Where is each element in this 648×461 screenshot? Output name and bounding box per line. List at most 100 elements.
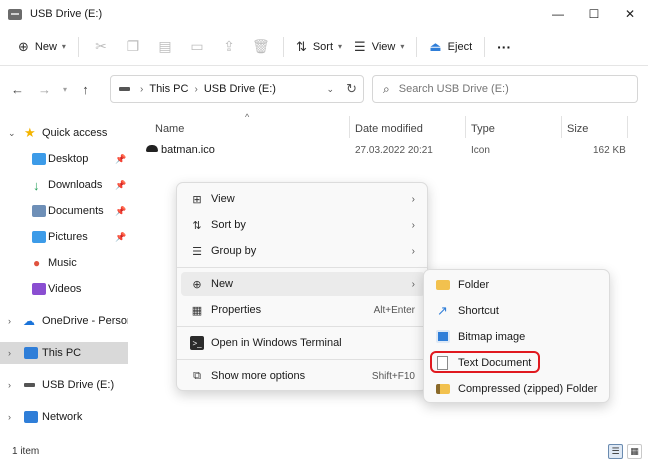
context-item-show-more[interactable]: ⧉ Show more options Shift+F10 (181, 364, 425, 388)
up-button[interactable]: ↑ (72, 75, 99, 103)
new-item-zip-folder[interactable]: Compressed (zipped) Folder (428, 377, 606, 401)
group-icon: ☰ (192, 245, 202, 258)
window-controls: — ☐ ✕ (540, 0, 648, 28)
chevron-down-icon: ▾ (400, 42, 405, 51)
cloud-icon: ☁ (23, 314, 35, 328)
sidebar-item-network[interactable]: › Network (0, 406, 128, 428)
sort-button[interactable]: ⇅ Sort ▾ (290, 33, 348, 61)
new-item-folder[interactable]: Folder (428, 273, 606, 297)
view-button[interactable]: ☰ View ▾ (348, 33, 410, 61)
new-button[interactable]: ⊕ New ▾ (12, 33, 72, 61)
chevron-right-icon: › (8, 348, 11, 358)
column-header-label: Name (155, 123, 185, 135)
tiles-view-button[interactable]: ▦ (627, 444, 642, 459)
divider (77, 36, 79, 57)
refresh-icon[interactable]: ↻ (346, 81, 357, 97)
delete-icon[interactable]: 🗑 (245, 33, 277, 61)
paste-icon[interactable]: ▤ (149, 33, 181, 61)
add-icon: ⊕ (18, 38, 29, 54)
chevron-down-icon: ⌄ (8, 127, 16, 138)
copy-icon[interactable]: ❐ (117, 33, 149, 61)
file-name: batman.ico (161, 144, 215, 156)
context-item-view[interactable]: ⊞ View › (181, 187, 425, 211)
new-item-shortcut[interactable]: ↗ Shortcut (428, 299, 606, 323)
command-bar: ⊕ New ▾ ✂ ❐ ▤ ▭ ⇪ 🗑 ⇅ Sort ▾ ☰ View ▾ ⏏ … (0, 28, 648, 66)
context-item-group-by[interactable]: ☰ Group by › (181, 239, 425, 263)
sidebar-item-label: Quick access (42, 127, 108, 139)
sidebar-item-this-pc[interactable]: › This PC (0, 342, 128, 364)
details-view-icon: ☰ (611, 446, 620, 456)
details-view-button[interactable]: ☰ (608, 444, 623, 459)
column-header-size[interactable]: Size (567, 118, 588, 140)
column-divider[interactable] (465, 116, 466, 138)
sidebar-item-usb-drive[interactable]: › USB Drive (E:) (0, 374, 128, 396)
breadcrumb-this-pc[interactable]: This PC (149, 83, 188, 95)
divider (484, 36, 486, 57)
file-size: 162 KB (593, 144, 626, 156)
eject-button[interactable]: ⏏ Eject (423, 33, 478, 61)
sidebar-item-videos[interactable]: Videos (0, 278, 128, 300)
pin-icon: 📌 (115, 205, 127, 216)
pin-icon: 📌 (115, 231, 127, 242)
chevron-right-icon: › (8, 412, 11, 422)
address-bar[interactable]: › This PC › USB Drive (E:) ⌄ ↻ (110, 75, 364, 103)
table-row[interactable]: batman.ico 27.03.2022 20:21 Icon 162 KB (144, 140, 634, 160)
context-item-terminal[interactable]: >_ Open in Windows Terminal (181, 331, 425, 355)
navigation-row: ← → ▾ ↑ › This PC › USB Drive (E:) ⌄ ↻ ⌕ (0, 66, 648, 112)
share-icon[interactable]: ⇪ (213, 33, 245, 61)
address-actions: ⌄ ↻ (327, 76, 357, 102)
rename-icon[interactable]: ▭ (181, 33, 213, 61)
more-options-icon: ⧉ (193, 369, 201, 382)
divider (177, 326, 427, 327)
recent-button[interactable]: ▾ (58, 75, 72, 103)
context-item-label: New (211, 278, 234, 290)
maximize-button[interactable]: ☐ (576, 0, 612, 28)
column-divider[interactable] (349, 116, 350, 138)
new-item-bitmap[interactable]: Bitmap image (428, 325, 606, 349)
sidebar-item-quick-access[interactable]: ⌄ ★ Quick access (0, 122, 128, 144)
column-divider[interactable] (627, 116, 628, 138)
sidebar-item-pictures[interactable]: Pictures 📌 (0, 226, 128, 248)
chevron-down-icon[interactable]: ⌄ (327, 84, 335, 95)
column-divider[interactable] (561, 116, 562, 138)
zip-folder-icon (436, 384, 450, 394)
context-item-new[interactable]: ⊕ New › (181, 272, 425, 296)
back-button[interactable]: ← (4, 75, 31, 103)
sidebar-item-music[interactable]: ● Music (0, 252, 128, 274)
arrow-right-icon: → (38, 81, 51, 97)
sidebar-item-desktop[interactable]: Desktop 📌 (0, 148, 128, 170)
cut-icon[interactable]: ✂ (85, 33, 117, 61)
window-title: USB Drive (E:) (30, 8, 103, 20)
status-bar: 1 item ☰ ▦ (0, 442, 648, 461)
search-icon: ⌕ (383, 81, 390, 96)
chevron-right-icon: › (411, 278, 415, 290)
search-input[interactable] (398, 83, 599, 95)
close-button[interactable]: ✕ (612, 0, 648, 28)
context-menu: ⊞ View › ⇅ Sort by › ☰ Group by › ⊕ New … (176, 182, 428, 391)
arrow-up-icon: ↑ (82, 81, 89, 97)
context-item-sort-by[interactable]: ⇅ Sort by › (181, 213, 425, 237)
add-icon: ⊕ (192, 278, 202, 291)
context-item-properties[interactable]: ▦ Properties Alt+Enter (181, 298, 425, 322)
minimize-button[interactable]: — (540, 0, 576, 28)
sidebar-item-documents[interactable]: Documents 📌 (0, 200, 128, 222)
sidebar-item-label: Music (48, 257, 77, 269)
sidebar-item-onedrive[interactable]: › ☁ OneDrive - Personal (0, 310, 128, 332)
forward-button[interactable]: → (31, 75, 58, 103)
context-item-label: Group by (211, 245, 257, 257)
tiles-view-icon: ▦ (630, 446, 639, 456)
breadcrumb-usb-drive[interactable]: USB Drive (E:) (204, 83, 276, 95)
column-header-type[interactable]: Type (471, 118, 495, 140)
search-box[interactable]: ⌕ (372, 75, 638, 103)
more-button[interactable]: ··· (491, 33, 517, 61)
sidebar-item-label: Desktop (48, 153, 89, 165)
desktop-icon (32, 153, 46, 165)
drive-icon (119, 87, 130, 91)
pictures-icon (32, 231, 46, 243)
sidebar-item-downloads[interactable]: ↓ Downloads 📌 (0, 174, 128, 196)
column-header-date[interactable]: Date modified (355, 118, 423, 140)
sidebar-item-label: Network (42, 411, 83, 423)
chevron-right-icon: › (411, 219, 415, 231)
context-item-label: Open in Windows Terminal (211, 337, 342, 349)
column-header-name[interactable]: Name (155, 118, 184, 140)
